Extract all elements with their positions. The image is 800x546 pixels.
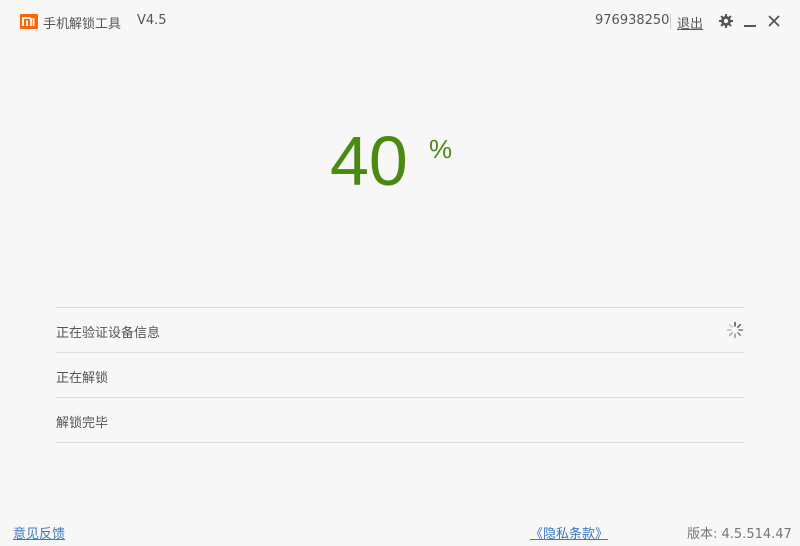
list-item: 解锁完毕 (56, 398, 744, 443)
feedback-link[interactable]: 意见反馈 (13, 523, 65, 542)
close-icon[interactable] (766, 13, 782, 29)
unlock-steps-list: 正在验证设备信息 正在解锁 解锁完毕 (56, 307, 744, 443)
privacy-policy-link[interactable]: 《隐私条款》 (530, 523, 608, 542)
divider (670, 14, 671, 29)
step-label: 解锁完毕 (56, 416, 109, 431)
app-version: V4.5 (137, 13, 167, 28)
list-item: 正在验证设备信息 (56, 308, 744, 353)
progress-unit: % (429, 134, 453, 164)
app-title: 手机解锁工具 (43, 17, 122, 32)
loading-spinner-icon (726, 321, 744, 339)
unlock-tool-window: 手机解锁工具 V4.5 976938250 退出 40 % 正在验证设备信息 正… (0, 0, 800, 546)
account-id: 976938250 (595, 13, 670, 28)
mi-logo-icon (20, 14, 38, 29)
build-version: 版本: 4.5.514.47 (687, 527, 792, 542)
step-label: 正在解锁 (56, 371, 109, 386)
minimize-icon[interactable] (742, 13, 758, 29)
step-label: 正在验证设备信息 (56, 326, 161, 341)
logout-link[interactable]: 退出 (677, 13, 703, 32)
title-bar: 手机解锁工具 V4.5 976938250 退出 (0, 0, 800, 44)
list-item: 正在解锁 (56, 353, 744, 398)
progress-percentage: 40 (330, 122, 408, 200)
gear-icon[interactable] (718, 13, 734, 29)
